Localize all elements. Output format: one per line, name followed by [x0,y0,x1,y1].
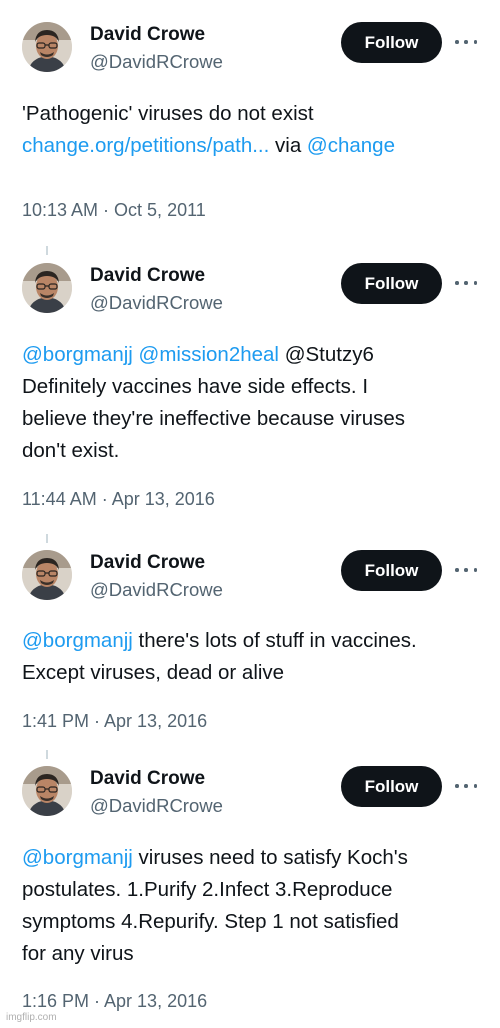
tweet-text-segment: postulates. 1.Purify 2.Infect 3.Reproduc… [22,878,393,901]
tweet-text-segment: believe they're ineffective because viru… [22,407,406,430]
avatar[interactable] [22,550,72,600]
tweet-text-line: 'Pathogenic' viruses do not exist [22,98,482,130]
tweet-text-line: postulates. 1.Purify 2.Infect 3.Reproduc… [22,874,482,906]
tweet-text-line: @borgmanjj @mission2heal @Stutzy6 [22,339,482,371]
avatar[interactable] [22,22,72,72]
profile-photo [22,550,72,600]
tweet-text-segment: there's lots of stuff in vaccines. [132,629,417,652]
tweet-text-segment: Definitely vaccines have side effects. I [22,375,369,398]
more-options-icon[interactable] [455,32,477,52]
thread-divider [46,750,48,759]
author-name[interactable]: David Crowe [90,265,205,287]
tweet-text-line: change.org/petitions/path... via @change [22,130,482,162]
author-name[interactable]: David Crowe [90,552,205,574]
tweet-text-segment: for any virus [22,942,134,965]
tweet-text-segment: 'Pathogenic' viruses do not exist [22,102,314,125]
tweet-timestamp[interactable]: 11:44 AM · Apr 13, 2016 [22,489,215,510]
author-handle[interactable]: @DavidRCrowe [90,579,223,601]
avatar[interactable] [22,263,72,313]
tweet-text-segment: viruses need to satisfy Koch's [132,846,408,869]
mention-link[interactable]: @borgmanjj [22,343,133,366]
more-options-icon[interactable] [455,776,477,796]
tweet-text-line: symptoms 4.Repurify. Step 1 not satisfie… [22,906,482,938]
tweet-text-segment: @Stutzy6 [279,343,374,366]
tweet-text-line: for any virus [22,938,482,970]
author-handle[interactable]: @DavidRCrowe [90,51,223,73]
tweet-text-line: don't exist. [22,435,482,467]
mention-link[interactable]: @borgmanjj [22,629,133,652]
tweet-text-line: Definitely vaccines have side effects. I [22,371,482,403]
follow-button[interactable]: Follow [341,22,442,63]
avatar[interactable] [22,766,72,816]
author-handle[interactable]: @DavidRCrowe [90,795,223,817]
tweet-timestamp[interactable]: 10:13 AM · Oct 5, 2011 [22,200,206,221]
author-name[interactable]: David Crowe [90,768,205,790]
profile-photo [22,263,72,313]
thread-divider [46,246,48,255]
tweet-text-line: Except viruses, dead or alive [22,657,482,689]
mention-link[interactable]: @change [307,134,395,157]
author-handle[interactable]: @DavidRCrowe [90,292,223,314]
tweet-text: @borgmanjj viruses need to satisfy Koch'… [22,842,482,970]
profile-photo [22,766,72,816]
thread-divider [46,534,48,543]
tweet-text-line: believe they're ineffective because viru… [22,403,482,435]
url-link[interactable]: change.org/petitions/path... [22,134,269,157]
mention-link[interactable]: @borgmanjj [22,846,133,869]
more-options-icon[interactable] [455,273,477,293]
tweet-timestamp[interactable]: 1:41 PM · Apr 13, 2016 [22,711,207,732]
tweet-text: @borgmanjj @mission2heal @Stutzy6 Definit… [22,339,482,467]
tweet-timestamp[interactable]: 1:16 PM · Apr 13, 2016 [22,991,207,1012]
follow-button[interactable]: Follow [341,766,442,807]
author-name[interactable]: David Crowe [90,24,205,46]
tweet-text-line: @borgmanjj viruses need to satisfy Koch'… [22,842,482,874]
follow-button[interactable]: Follow [341,263,442,304]
more-options-icon[interactable] [455,560,477,580]
tweet-text-segment: symptoms 4.Repurify. Step 1 not satisfie… [22,910,399,933]
tweet-text-line: @borgmanjj there's lots of stuff in vacc… [22,625,482,657]
follow-button[interactable]: Follow [341,550,442,591]
tweet-text: 'Pathogenic' viruses do not exist change.… [22,98,482,162]
tweet-text-segment: don't exist. [22,439,120,462]
tweet-text-segment: via [269,134,307,157]
profile-photo [22,22,72,72]
watermark: imgflip.com [6,1012,57,1023]
tweet-text-segment: Except viruses, dead or alive [22,661,285,684]
tweet-text: @borgmanjj there's lots of stuff in vacc… [22,625,482,689]
mention-link[interactable]: @mission2heal [139,343,279,366]
